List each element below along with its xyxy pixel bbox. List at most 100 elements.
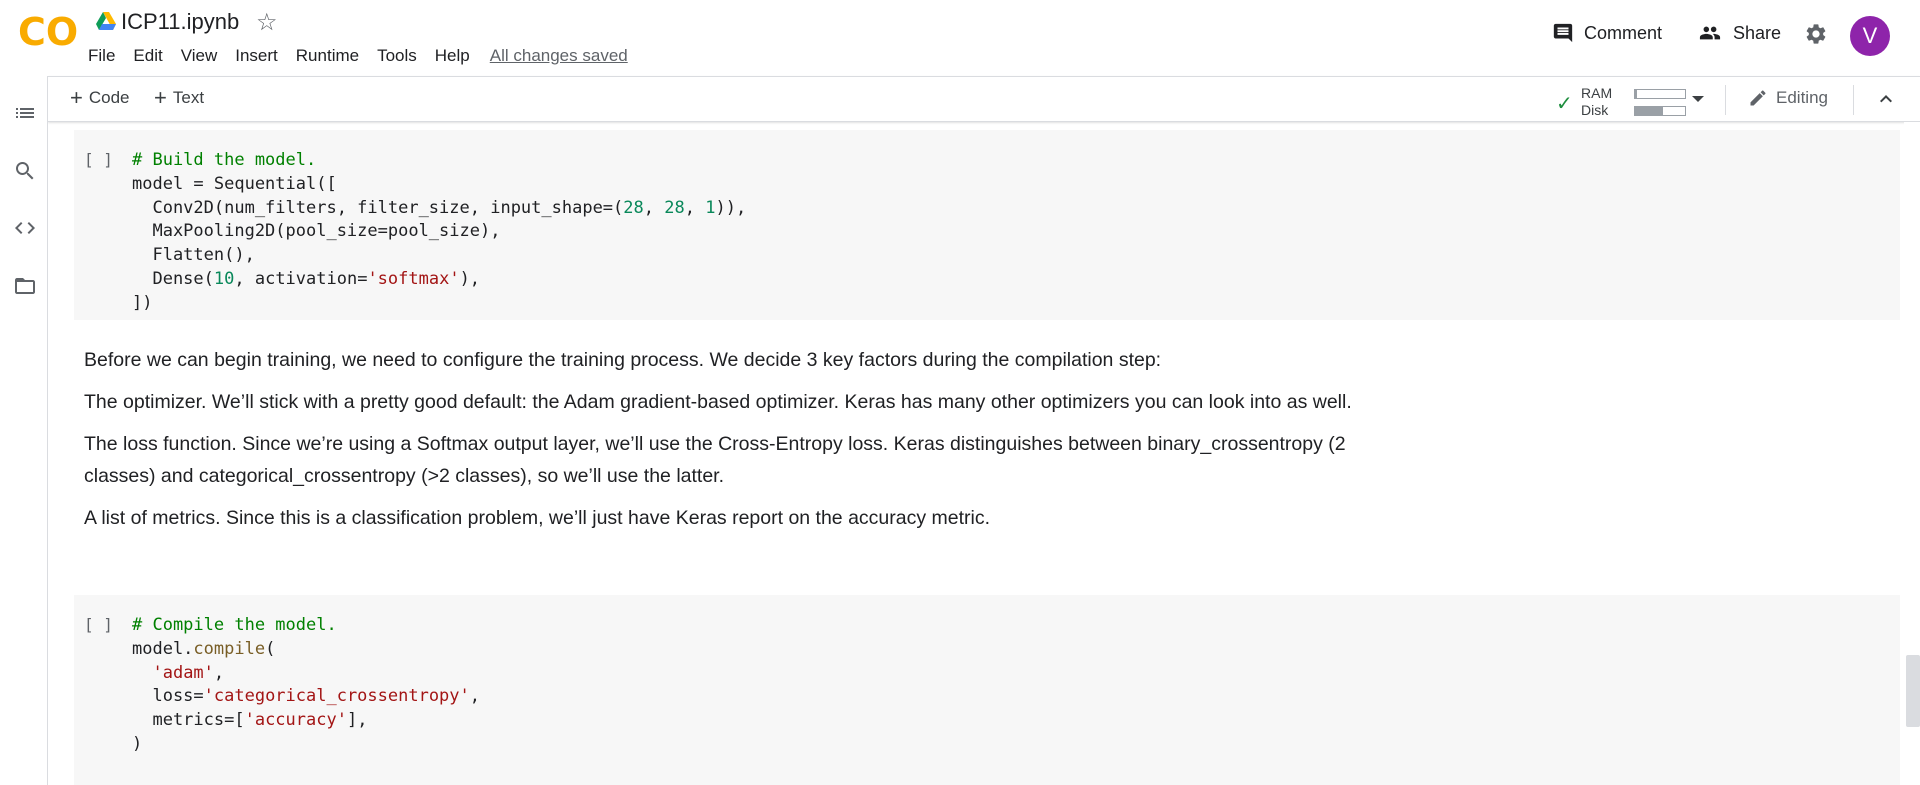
code-token: # Compile the model. <box>132 615 337 635</box>
plus-icon: + <box>70 85 83 110</box>
editing-mode-button[interactable]: Editing <box>1748 88 1828 108</box>
add-text-button[interactable]: + Text <box>154 85 205 110</box>
left-sidebar <box>0 76 48 785</box>
code-token: model = Sequential([ <box>132 173 337 194</box>
code-line: # Compile the model. <box>132 614 480 638</box>
add-code-label: Code <box>88 88 130 107</box>
code-token: MaxPooling2D(pool_size=pool_size), <box>132 221 501 242</box>
code-token: loss= <box>132 686 204 707</box>
code-token: , <box>213 662 225 683</box>
menu-view[interactable]: View <box>172 45 227 67</box>
menu-help[interactable]: Help <box>426 45 479 67</box>
code-token: )), <box>715 197 747 218</box>
disk-bar <box>1634 106 1686 116</box>
avatar[interactable]: V <box>1850 16 1890 56</box>
code-line: MaxPooling2D(pool_size=pool_size), <box>132 220 746 244</box>
code-token: 10 <box>213 268 235 289</box>
code-line: Conv2D(num_filters, filter_size, input_s… <box>132 197 746 221</box>
disk-bar-fill <box>1635 107 1663 115</box>
editing-label: Editing <box>1776 88 1828 107</box>
gear-icon[interactable] <box>1804 22 1828 46</box>
notebook-title[interactable]: ICP11.ipynb <box>121 9 239 35</box>
code-editor[interactable]: # Compile the model. model.compile( 'adam… <box>132 614 480 757</box>
scrollbar-thumb[interactable] <box>1906 655 1920 727</box>
code-token: ) <box>132 733 143 754</box>
code-token: 1 <box>705 197 716 218</box>
code-token: 28 <box>664 197 685 218</box>
code-snippets-icon[interactable] <box>13 216 37 240</box>
check-icon: ✓ <box>1556 91 1573 115</box>
code-token: ), <box>459 268 481 289</box>
table-of-contents-icon[interactable] <box>13 101 37 125</box>
code-token: ], <box>346 710 368 731</box>
add-text-label: Text <box>172 88 205 107</box>
ram-bar-fill <box>1635 90 1637 98</box>
code-token: 'accuracy' <box>244 710 347 731</box>
code-token: 'softmax' <box>367 268 460 289</box>
code-token: Conv2D(num_filters, filter_size, input_s… <box>132 197 624 218</box>
menu-file[interactable]: File <box>88 45 124 67</box>
pencil-icon <box>1750 90 1766 106</box>
search-icon[interactable] <box>13 159 37 183</box>
code-cell[interactable]: [ ] # Compile the model. model.compile( '… <box>74 595 1900 785</box>
colab-logo[interactable]: CO <box>18 13 78 51</box>
code-token: , <box>684 197 706 218</box>
notebook-toolbar: + Code + Text ✓ RAM Disk Editing <box>48 76 1920 122</box>
code-editor[interactable]: # Build the model. model = Sequential([ C… <box>132 149 746 316</box>
ram-bar <box>1634 89 1686 99</box>
code-line: Flatten(), <box>132 244 746 268</box>
save-status-link[interactable]: All changes saved <box>479 45 628 67</box>
comment-label: Comment <box>1584 22 1663 43</box>
code-token: ]) <box>132 292 153 313</box>
code-token: Dense( <box>132 268 214 289</box>
code-token: 'adam' <box>152 662 214 683</box>
code-token: model. <box>132 638 194 659</box>
run-cell-button[interactable]: [ ] <box>84 615 113 634</box>
text-cell[interactable]: Before we can begin training, we need to… <box>84 344 1404 544</box>
code-line: 'adam', <box>132 662 480 686</box>
code-token: compile <box>193 638 266 659</box>
menu-edit[interactable]: Edit <box>124 45 171 67</box>
code-token: metrics=[ <box>132 710 245 731</box>
folder-icon[interactable] <box>13 274 37 298</box>
app-header: CO ICP11.ipynb ☆ File Edit View Insert R… <box>0 0 1920 76</box>
chevron-down-icon[interactable] <box>1692 96 1704 102</box>
comment-button[interactable]: Comment <box>1552 22 1662 44</box>
toolbar-divider <box>1725 85 1726 115</box>
code-cell[interactable]: [ ] # Build the model. model = Sequential… <box>74 130 1900 320</box>
code-token: 28 <box>623 197 644 218</box>
code-token: Flatten(), <box>132 245 255 266</box>
code-token: 'categorical_crossentropy' <box>203 686 470 707</box>
logo-text: CO <box>18 10 79 54</box>
notebook-content: [ ] # Build the model. model = Sequential… <box>48 122 1908 785</box>
code-line: metrics=['accuracy'], <box>132 709 480 733</box>
plus-icon: + <box>154 85 167 110</box>
chevron-up-icon[interactable] <box>1874 87 1898 111</box>
add-code-button[interactable]: + Code <box>70 85 130 110</box>
run-cell-button[interactable]: [ ] <box>84 150 113 169</box>
share-button[interactable]: Share <box>1697 22 1781 44</box>
people-icon <box>1699 26 1721 40</box>
code-line: # Build the model. <box>132 149 746 173</box>
code-line: model.compile( <box>132 638 480 662</box>
menu-insert[interactable]: Insert <box>226 45 287 67</box>
menu-runtime[interactable]: Runtime <box>287 45 368 67</box>
code-token: , activation= <box>234 268 368 289</box>
code-line: loss='categorical_crossentropy', <box>132 685 480 709</box>
paragraph: The optimizer. We’ll stick with a pretty… <box>84 391 1352 413</box>
paragraph: A list of metrics. Since this is a class… <box>84 507 991 529</box>
ram-label: RAM <box>1581 85 1613 101</box>
code-line: Dense(10, activation='softmax'), <box>132 268 746 292</box>
google-drive-icon[interactable] <box>96 12 116 30</box>
code-line: ]) <box>132 292 746 316</box>
paragraph: The loss function. Since we’re using a S… <box>84 433 1346 487</box>
code-token: , <box>643 197 665 218</box>
menu-tools[interactable]: Tools <box>368 45 426 67</box>
star-icon[interactable]: ☆ <box>256 8 278 36</box>
code-token: # Build the model. <box>132 150 317 170</box>
menu-bar: File Edit View Insert Runtime Tools Help… <box>88 45 628 67</box>
comment-icon <box>1553 23 1573 43</box>
code-line: model = Sequential([ <box>132 173 746 197</box>
code-token: , <box>469 686 481 707</box>
